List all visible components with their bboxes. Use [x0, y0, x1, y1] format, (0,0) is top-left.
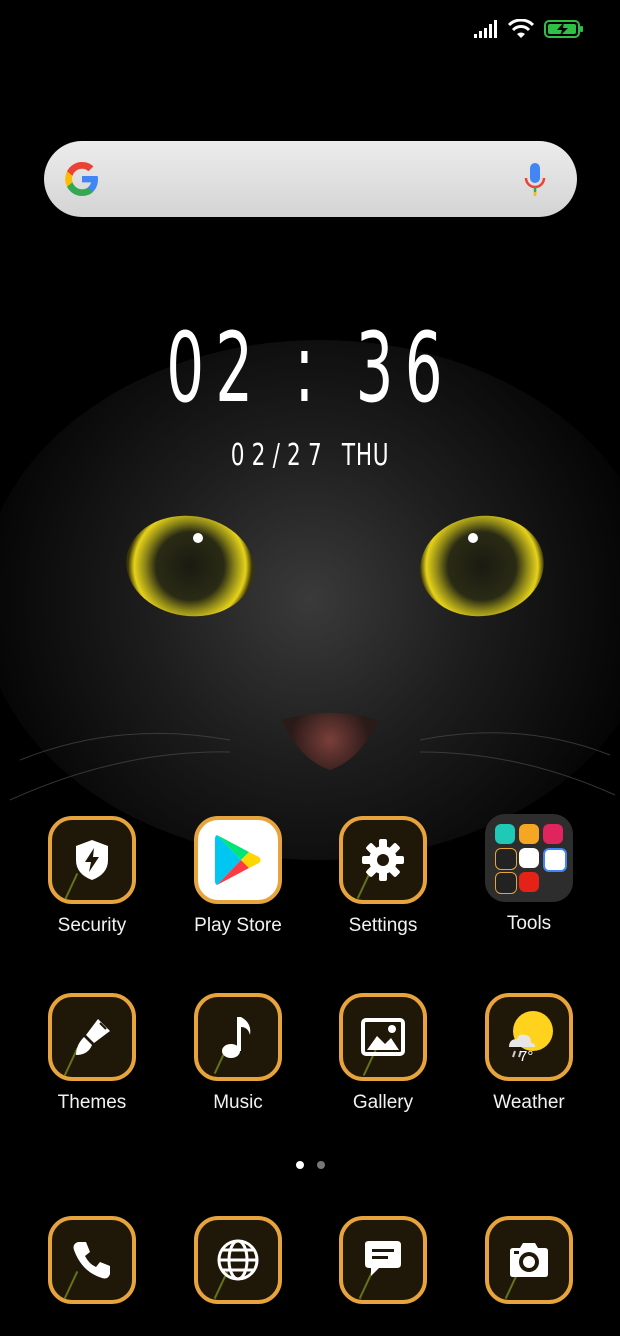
- page-indicator[interactable]: [0, 1161, 620, 1171]
- clock-date-row[interactable]: 02/27 THU: [87, 438, 533, 474]
- dock-messages[interactable]: [310, 1216, 456, 1336]
- app-gallery[interactable]: Gallery: [310, 993, 456, 1143]
- clock-weekday: THU: [341, 438, 390, 473]
- app-themes[interactable]: Themes: [19, 993, 165, 1143]
- phone-tile[interactable]: [48, 1216, 136, 1304]
- app-label: Play Store: [194, 915, 282, 936]
- status-bar: [474, 14, 584, 44]
- browser-tile[interactable]: [194, 1216, 282, 1304]
- camera-icon: [510, 1243, 548, 1277]
- clock-time[interactable]: 02 : 36: [118, 318, 502, 418]
- message-icon: [365, 1241, 401, 1276]
- app-label: Settings: [348, 915, 418, 936]
- app-label: Themes: [57, 1092, 127, 1113]
- dock-browser[interactable]: [165, 1216, 311, 1336]
- wifi-icon: [508, 19, 534, 38]
- app-weather[interactable]: 7° Weather: [456, 993, 602, 1143]
- app-security[interactable]: Security: [19, 816, 165, 966]
- paintbrush-icon: [76, 1019, 110, 1055]
- battery-charging-icon: [544, 20, 583, 38]
- camera-tile[interactable]: [485, 1216, 573, 1304]
- clock-date: 02/27: [230, 438, 329, 473]
- play-store-icon: [215, 835, 261, 885]
- image-icon: [361, 1018, 405, 1056]
- microphone-icon[interactable]: [523, 162, 547, 198]
- app-music[interactable]: Music: [165, 993, 311, 1143]
- globe-icon: [217, 1239, 259, 1281]
- security-tile[interactable]: [48, 816, 136, 904]
- app-settings[interactable]: Settings: [310, 816, 456, 966]
- gear-icon: [362, 839, 404, 881]
- google-search-bar[interactable]: [44, 141, 577, 217]
- tools-folder-tile[interactable]: [485, 814, 573, 902]
- play-store-tile[interactable]: [194, 816, 282, 904]
- google-g-icon: [65, 162, 98, 196]
- home-screen: 02 : 36 02/27 THU Security Play Store Se…: [0, 0, 620, 1336]
- app-label: Music: [213, 1092, 263, 1113]
- page-dot-1[interactable]: [295, 1161, 304, 1169]
- shield-bolt-icon: [76, 840, 108, 880]
- app-play-store[interactable]: Play Store: [165, 816, 311, 966]
- gallery-tile[interactable]: [339, 993, 427, 1081]
- music-tile[interactable]: [194, 993, 282, 1081]
- app-label: Gallery: [352, 1092, 414, 1113]
- themes-tile[interactable]: [48, 993, 136, 1081]
- weather-tile[interactable]: 7°: [485, 993, 573, 1081]
- dock-camera[interactable]: [456, 1216, 602, 1336]
- page-dot-2[interactable]: [316, 1161, 325, 1169]
- phone-icon: [73, 1242, 110, 1279]
- app-label: Security: [57, 915, 127, 936]
- weather-temperature: 7°: [519, 1048, 534, 1065]
- app-label: Weather: [493, 1092, 565, 1113]
- dock-phone[interactable]: [19, 1216, 165, 1336]
- cell-signal-icon: [474, 20, 497, 38]
- settings-tile[interactable]: [339, 816, 427, 904]
- messages-tile[interactable]: [339, 1216, 427, 1304]
- app-label: Tools: [506, 913, 552, 934]
- folder-tools[interactable]: Tools: [456, 814, 602, 964]
- music-note-icon: [222, 1017, 251, 1058]
- folder-icon: [495, 824, 567, 894]
